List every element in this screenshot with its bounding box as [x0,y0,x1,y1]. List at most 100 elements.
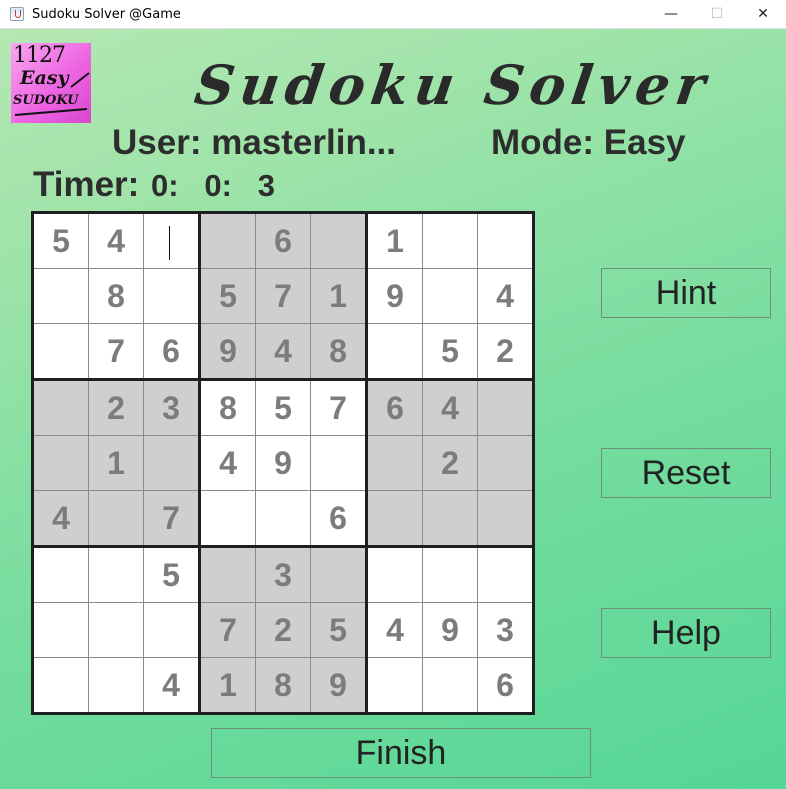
sudoku-cell[interactable] [478,214,532,268]
sudoku-cell[interactable] [368,658,422,712]
sudoku-cell[interactable]: 9 [311,658,365,712]
sudoku-cell[interactable]: 4 [478,269,532,323]
sudoku-box: 19 452 [368,214,532,378]
sudoku-cell[interactable] [423,269,477,323]
sudoku-cell[interactable]: 1 [368,214,422,268]
mode-label: Mode: Easy [491,123,686,162]
sudoku-cell[interactable] [478,491,532,545]
sudoku-box: 4936 [368,548,532,712]
sudoku-cell[interactable] [478,381,532,435]
sudoku-cell[interactable] [423,548,477,602]
sudoku-cell[interactable] [201,548,255,602]
sudoku-cell[interactable] [34,381,88,435]
sudoku-cell[interactable]: 5 [423,324,477,378]
sudoku-cell[interactable]: 4 [201,436,255,490]
sudoku-cell[interactable]: 7 [144,491,198,545]
help-button[interactable]: Help [601,608,771,658]
sudoku-cell[interactable]: 7 [311,381,365,435]
sudoku-cell[interactable] [144,603,198,657]
sudoku-cell[interactable] [368,491,422,545]
minimize-button[interactable]: — [648,0,694,28]
close-button[interactable]: ✕ [740,0,786,28]
sudoku-cell[interactable] [423,491,477,545]
sudoku-box: 642 [368,381,532,545]
sudoku-cell[interactable]: 4 [256,324,310,378]
sudoku-cell[interactable] [89,658,143,712]
java-app-icon [10,7,24,21]
sudoku-cell[interactable]: 8 [89,269,143,323]
sudoku-cell[interactable]: 5 [144,548,198,602]
sudoku-cell[interactable] [34,269,88,323]
sudoku-cell[interactable] [368,548,422,602]
window-controls: — ☐ ✕ [648,0,786,28]
sudoku-cell[interactable]: 5 [34,214,88,268]
hint-button[interactable]: Hint [601,268,771,318]
sudoku-cell[interactable] [144,214,198,268]
sudoku-cell[interactable]: 2 [423,436,477,490]
sudoku-cell[interactable] [34,548,88,602]
sudoku-cell[interactable]: 1 [89,436,143,490]
sudoku-cell[interactable]: 3 [478,603,532,657]
sudoku-cell[interactable]: 6 [368,381,422,435]
sudoku-cell[interactable] [478,548,532,602]
sudoku-cell[interactable]: 4 [368,603,422,657]
maximize-button[interactable]: ☐ [694,0,740,28]
sudoku-cell[interactable]: 2 [89,381,143,435]
sudoku-cell[interactable]: 8 [256,658,310,712]
sudoku-cell[interactable] [311,548,365,602]
sudoku-cell[interactable] [311,436,365,490]
timer-label: Timer: [33,165,140,204]
sudoku-cell[interactable]: 7 [201,603,255,657]
sudoku-cell[interactable]: 7 [89,324,143,378]
sudoku-box: 3725 189 [201,548,365,712]
sudoku-cell[interactable]: 2 [256,603,310,657]
sudoku-cell[interactable]: 1 [201,658,255,712]
sudoku-cell[interactable]: 4 [89,214,143,268]
game-panel: 1127 Easy SUDOKU Sudoku Solver User: mas… [0,29,786,789]
sudoku-box: 857 496 [201,381,365,545]
sudoku-cell[interactable]: 6 [478,658,532,712]
sudoku-cell[interactable]: 8 [311,324,365,378]
sudoku-cell[interactable]: 9 [256,436,310,490]
sudoku-cell[interactable] [256,491,310,545]
sudoku-cell[interactable] [311,214,365,268]
sudoku-cell[interactable] [34,436,88,490]
sudoku-cell[interactable]: 3 [256,548,310,602]
sudoku-cell[interactable]: 6 [256,214,310,268]
sudoku-cell[interactable] [34,324,88,378]
sudoku-cell[interactable] [89,491,143,545]
sudoku-cell[interactable]: 6 [144,324,198,378]
sudoku-cell[interactable]: 5 [201,269,255,323]
sudoku-cell[interactable]: 4 [423,381,477,435]
sudoku-cell[interactable]: 2 [478,324,532,378]
sudoku-cell[interactable] [34,603,88,657]
sudoku-cell[interactable]: 1 [311,269,365,323]
sudoku-box: 2314 7 [34,381,198,545]
sudoku-cell[interactable]: 9 [201,324,255,378]
sudoku-cell[interactable] [89,548,143,602]
sudoku-cell[interactable]: 5 [311,603,365,657]
sudoku-cell[interactable] [478,436,532,490]
sudoku-cell[interactable]: 8 [201,381,255,435]
sudoku-cell[interactable]: 3 [144,381,198,435]
sudoku-cell[interactable]: 5 [256,381,310,435]
sudoku-cell[interactable] [423,214,477,268]
sudoku-cell[interactable]: 6 [311,491,365,545]
sudoku-cell[interactable]: 9 [368,269,422,323]
sudoku-cell[interactable]: 4 [34,491,88,545]
sudoku-cell[interactable] [144,269,198,323]
sudoku-cell[interactable] [201,491,255,545]
sudoku-cell[interactable] [201,214,255,268]
sudoku-cell[interactable] [368,436,422,490]
sudoku-cell[interactable] [144,436,198,490]
finish-button[interactable]: Finish [211,728,591,778]
reset-button[interactable]: Reset [601,448,771,498]
sudoku-cell[interactable]: 7 [256,269,310,323]
sudoku-cell[interactable] [368,324,422,378]
title-bar: Sudoku Solver @Game — ☐ ✕ [0,0,786,29]
sudoku-cell[interactable]: 4 [144,658,198,712]
sudoku-cell[interactable] [34,658,88,712]
sudoku-cell[interactable] [423,658,477,712]
sudoku-cell[interactable] [89,603,143,657]
sudoku-cell[interactable]: 9 [423,603,477,657]
